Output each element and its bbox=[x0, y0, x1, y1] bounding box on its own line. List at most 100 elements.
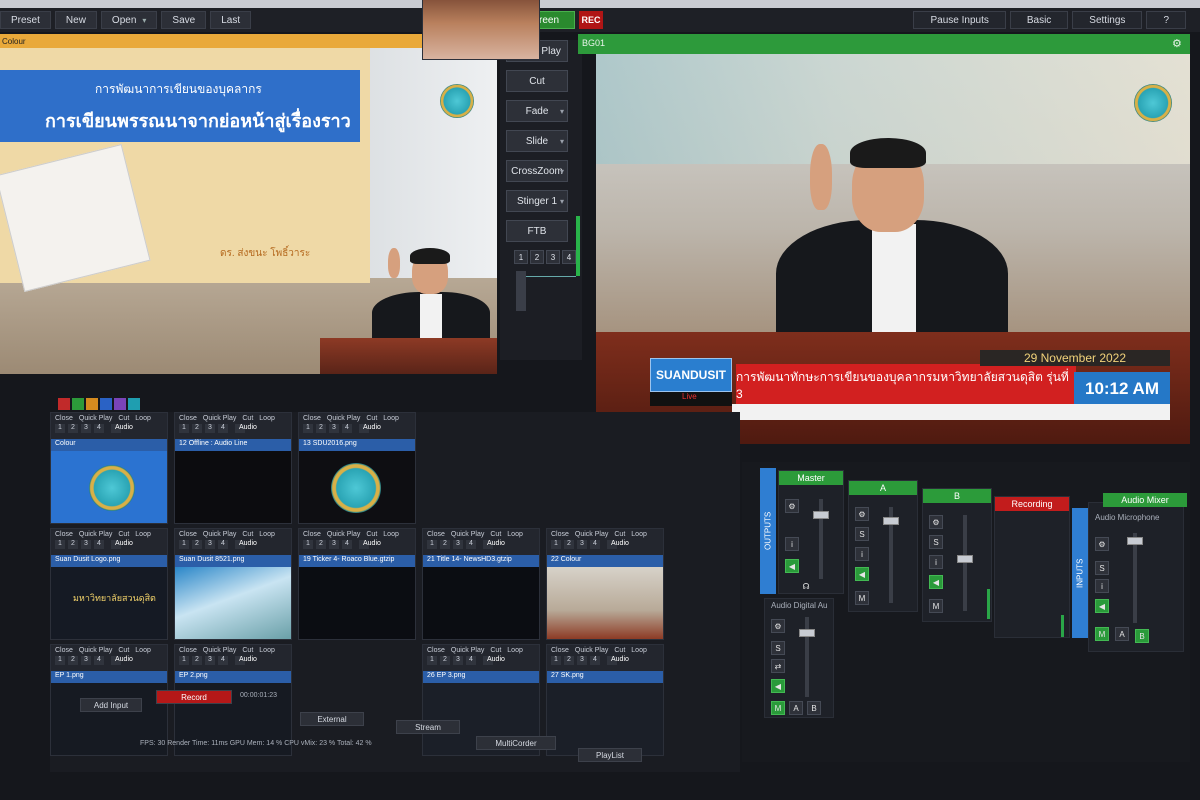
cut-button[interactable]: Cut bbox=[506, 70, 568, 92]
cut-button[interactable]: Cut bbox=[242, 647, 253, 654]
input-thumbnail[interactable] bbox=[51, 451, 167, 523]
input-tile[interactable]: CloseQuick PlayCutLoop1234Audio14 Backgr… bbox=[422, 0, 540, 60]
audio-button[interactable]: Audio bbox=[359, 540, 381, 549]
loop-button[interactable]: Loop bbox=[383, 415, 399, 422]
slide-button[interactable]: Slide bbox=[506, 130, 568, 152]
loop-button[interactable]: Loop bbox=[507, 531, 523, 538]
cut-button[interactable]: Cut bbox=[118, 647, 129, 654]
overlay-3-button[interactable]: 3 bbox=[577, 540, 587, 549]
overlay-4-button[interactable]: 4 bbox=[218, 540, 228, 549]
solo-button[interactable]: S bbox=[855, 527, 869, 541]
settings-button[interactable]: Settings bbox=[1072, 11, 1143, 29]
loop-button[interactable]: Loop bbox=[507, 647, 523, 654]
master-fader[interactable] bbox=[813, 499, 829, 579]
output-panel[interactable]: BG01 ⚙ SUANDUSIT Live การพัฒนาทักษะการเข… bbox=[578, 34, 1190, 454]
overlay-4-button[interactable]: 4 bbox=[94, 540, 104, 549]
loop-button[interactable]: Loop bbox=[135, 647, 151, 654]
audio-button[interactable]: Audio bbox=[235, 540, 257, 549]
input-tile[interactable]: Close Quick Play Cut Loop 1 2 3 4 Audio 19 Ticker… bbox=[298, 528, 416, 640]
overlay-4-button[interactable]: 4 bbox=[590, 656, 600, 665]
input-title[interactable]: EP 1.png bbox=[51, 671, 167, 683]
input-tile[interactable]: Close Quick Play Cut Loop 1 2 3 4 Audio Suan Dusi… bbox=[174, 528, 292, 640]
audio-button[interactable]: Audio bbox=[483, 540, 505, 549]
overlay-4-button[interactable]: 4 bbox=[94, 656, 104, 665]
close-button[interactable]: Close bbox=[303, 415, 321, 422]
bus-a-button[interactable]: A bbox=[789, 701, 803, 715]
overlay-3-button[interactable]: 3 bbox=[81, 540, 91, 549]
input-tile[interactable]: Close Quick Play Cut Loop 1 2 3 4 Audio Suan Dusi… bbox=[50, 528, 168, 640]
gear-icon[interactable]: ⚙ bbox=[929, 515, 943, 529]
overlay-3-button[interactable]: 3 bbox=[329, 424, 339, 433]
cut-button[interactable]: Cut bbox=[490, 647, 501, 654]
mute-button[interactable]: M bbox=[771, 701, 785, 715]
overlay-2-button[interactable]: 2 bbox=[192, 424, 202, 433]
bus-a-button[interactable]: A bbox=[1115, 627, 1129, 641]
input-title[interactable]: Colour bbox=[51, 439, 167, 451]
rec-indicator[interactable]: REC bbox=[579, 11, 603, 29]
audio-button[interactable]: Audio bbox=[235, 424, 257, 433]
microphone-fader[interactable] bbox=[1127, 533, 1143, 623]
input-thumbnail[interactable]: มหาวิทยาลัยสวนดุสิต bbox=[51, 567, 167, 639]
audio-button[interactable]: Audio bbox=[483, 656, 505, 665]
overlay-2-button[interactable]: 2 bbox=[68, 656, 78, 665]
overlay-1-button[interactable]: 1 bbox=[551, 540, 561, 549]
input-title[interactable]: 19 Ticker 4- Roaco Blue.gtzip bbox=[299, 555, 415, 567]
last-button[interactable]: Last bbox=[210, 11, 252, 29]
transition-3-button[interactable]: 3 bbox=[546, 250, 560, 264]
add-input-button[interactable]: Add Input bbox=[80, 698, 142, 712]
color-tab[interactable] bbox=[86, 398, 98, 410]
cut-button[interactable]: Cut bbox=[242, 415, 253, 422]
quick-play-button[interactable]: Quick Play bbox=[327, 415, 360, 422]
speaker-icon[interactable]: ◀ bbox=[785, 559, 799, 573]
preview-panel[interactable]: Colour ▭ ⚙ การพัฒนาการเขียนของบุคลากร กา… bbox=[0, 34, 497, 374]
mute-button[interactable]: M bbox=[929, 599, 943, 613]
input-title[interactable]: 21 Title 14- NewsHD3.gtzip bbox=[423, 555, 539, 567]
solo-button[interactable]: S bbox=[929, 535, 943, 549]
input-tile[interactable]: Close Quick Play Cut Loop 1 2 3 4 Audio 22 Colour bbox=[546, 528, 664, 640]
overlay-2-button[interactable]: 2 bbox=[192, 656, 202, 665]
speaker-icon[interactable]: ◀ bbox=[929, 575, 943, 589]
overlay-3-button[interactable]: 3 bbox=[81, 424, 91, 433]
overlay-2-button[interactable]: 2 bbox=[440, 540, 450, 549]
quick-play-button[interactable]: Quick Play bbox=[327, 531, 360, 538]
overlay-1-button[interactable]: 1 bbox=[303, 540, 313, 549]
loop-button[interactable]: Loop bbox=[259, 415, 275, 422]
input-title[interactable]: 27 SK.png bbox=[547, 671, 663, 683]
overlay-1-button[interactable]: 1 bbox=[179, 540, 189, 549]
quick-play-button[interactable]: Quick Play bbox=[79, 415, 112, 422]
multicorder-button[interactable]: MultiCorder bbox=[476, 736, 556, 750]
overlay-3-button[interactable]: 3 bbox=[453, 540, 463, 549]
overlay-4-button[interactable]: 4 bbox=[466, 540, 476, 549]
color-tab[interactable] bbox=[72, 398, 84, 410]
overlay-1-button[interactable]: 1 bbox=[179, 656, 189, 665]
overlay-4-button[interactable]: 4 bbox=[94, 424, 104, 433]
overlay-3-button[interactable]: 3 bbox=[453, 656, 463, 665]
quick-play-button[interactable]: Quick Play bbox=[79, 647, 112, 654]
overlay-2-button[interactable]: 2 bbox=[68, 540, 78, 549]
input-thumbnail[interactable] bbox=[299, 451, 415, 523]
color-tab[interactable] bbox=[58, 398, 70, 410]
close-button[interactable]: Close bbox=[551, 531, 569, 538]
color-tab[interactable] bbox=[114, 398, 126, 410]
digital-fader[interactable] bbox=[799, 617, 815, 697]
overlay-2-button[interactable]: 2 bbox=[68, 424, 78, 433]
gear-icon[interactable]: ⚙ bbox=[855, 507, 869, 521]
info-button[interactable]: i bbox=[785, 537, 799, 551]
gear-icon[interactable]: ⚙ bbox=[1095, 537, 1109, 551]
info-button[interactable]: i bbox=[855, 547, 869, 561]
input-thumbnail[interactable] bbox=[299, 567, 415, 639]
gear-icon[interactable]: ⚙ bbox=[785, 499, 799, 513]
overlay-2-button[interactable]: 2 bbox=[316, 540, 326, 549]
overlay-4-button[interactable]: 4 bbox=[590, 540, 600, 549]
loop-button[interactable]: Loop bbox=[259, 647, 275, 654]
info-button[interactable]: i bbox=[929, 555, 943, 569]
cut-button[interactable]: Cut bbox=[366, 415, 377, 422]
overlay-2-button[interactable]: 2 bbox=[564, 540, 574, 549]
headphones-icon[interactable]: ☊ bbox=[799, 579, 813, 593]
info-button[interactable]: i bbox=[1095, 579, 1109, 593]
stream-button[interactable]: Stream bbox=[396, 720, 460, 734]
cut-button[interactable]: Cut bbox=[490, 531, 501, 538]
gear-icon[interactable]: ⚙ bbox=[771, 619, 785, 633]
close-button[interactable]: Close bbox=[427, 647, 445, 654]
audio-button[interactable]: Audio bbox=[235, 656, 257, 665]
